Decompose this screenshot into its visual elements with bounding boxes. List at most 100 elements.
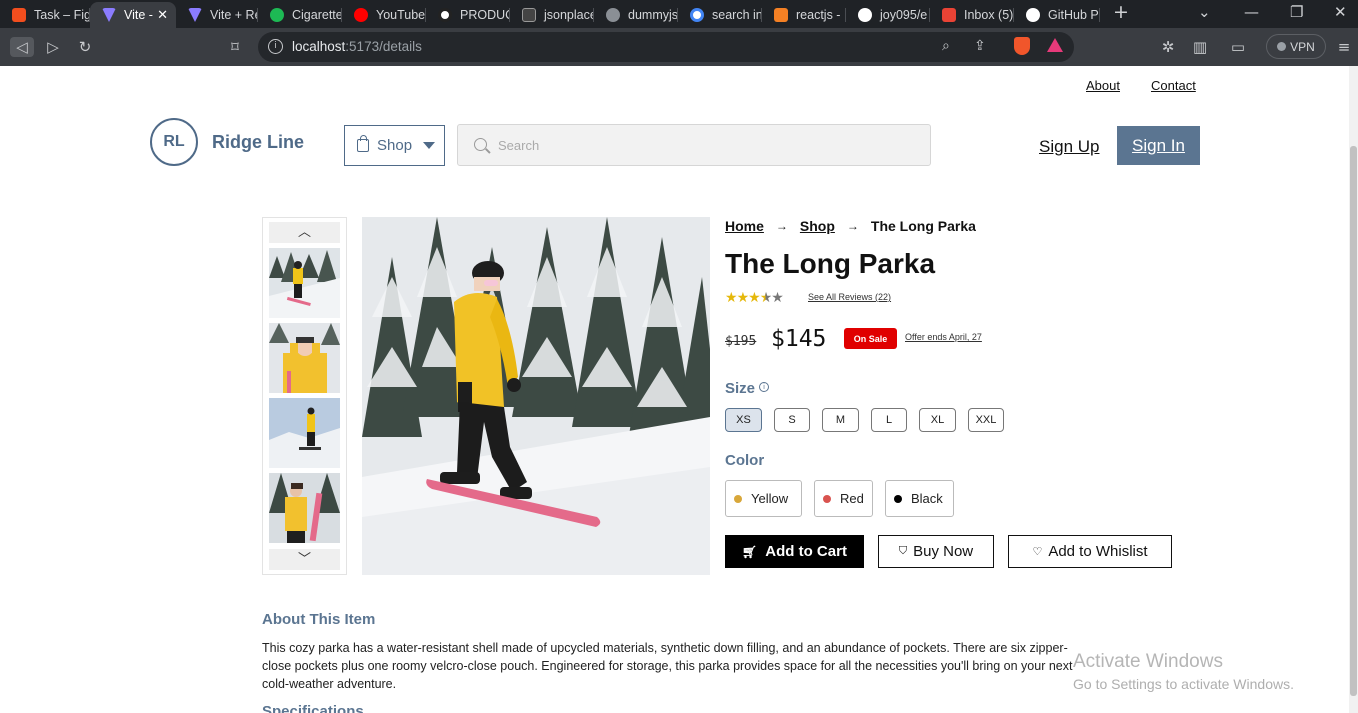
size-option-xxl[interactable]: XXL: [968, 408, 1004, 432]
tab-google-search[interactable]: search in: [678, 2, 762, 28]
tab-label: jsonplace: [544, 8, 594, 22]
thumbnail-gallery: ︿ ﹀: [262, 217, 347, 575]
see-reviews-link[interactable]: See All Reviews (22): [808, 292, 891, 302]
new-tab-icon[interactable]: +: [1113, 1, 1129, 23]
search-input[interactable]: [498, 135, 898, 155]
page-scrollbar[interactable]: [1349, 66, 1358, 713]
color-swatch: [734, 494, 742, 503]
back-icon[interactable]: ◁: [10, 37, 34, 57]
url-text: localhost:5173/details: [292, 39, 422, 54]
tab-gmail[interactable]: Inbox (5): [930, 2, 1014, 28]
gmail-icon: [942, 8, 956, 22]
color-swatch: [894, 494, 902, 503]
thumbnail-down-arrow-icon[interactable]: ﹀: [269, 549, 340, 570]
thumbnail-2[interactable]: [269, 323, 340, 393]
contact-link[interactable]: Contact: [1151, 78, 1196, 93]
tab-label: YouTube: [376, 8, 426, 22]
youtube-icon: [354, 8, 368, 22]
forward-icon[interactable]: ▷: [42, 37, 64, 57]
sign-in-button[interactable]: Sign In: [1117, 126, 1200, 165]
size-option-l[interactable]: L: [871, 408, 907, 432]
globe-icon: [606, 8, 620, 22]
cart-icon: 🛒︎: [742, 544, 758, 559]
buy-now-label: Buy Now: [913, 543, 974, 560]
color-option-yellow[interactable]: Yellow: [725, 480, 802, 517]
share-icon[interactable]: ⇪: [974, 38, 986, 54]
add-to-wishlist-button[interactable]: ♡ Add to Whislist: [1008, 535, 1172, 568]
size-option-xl[interactable]: XL: [919, 408, 956, 432]
spotify-icon: [270, 8, 284, 22]
thumbnail-1[interactable]: [269, 248, 340, 318]
tab-label: Vite + Re: [210, 8, 258, 22]
vpn-button[interactable]: VPN: [1266, 34, 1326, 59]
star-half-icon: ★: [759, 290, 773, 306]
color-option-red[interactable]: Red: [814, 480, 873, 517]
star-rating: ★★★★★: [725, 290, 784, 306]
color-label: Color: [725, 452, 765, 469]
tab-label: Vite -: [124, 8, 153, 22]
tab-search-chevron-icon[interactable]: ⌄: [1198, 3, 1211, 21]
menu-icon[interactable]: ≡: [1333, 37, 1355, 57]
breadcrumb-home[interactable]: Home: [725, 218, 764, 234]
size-option-xs[interactable]: XS: [725, 408, 762, 432]
vpn-status-icon: [1277, 42, 1287, 51]
tab-product[interactable]: PRODUC: [426, 2, 510, 28]
thumbnail-up-arrow-icon[interactable]: ︿: [269, 222, 340, 243]
tab-spotify[interactable]: Cigarette: [258, 2, 342, 28]
about-heading: About This Item: [262, 611, 376, 628]
vite-icon: [102, 8, 116, 22]
browser-toolbar: ◁ ▷ ↻ ⌑ i localhost:5173/details ⌕ ⇪ ✲ ▥…: [0, 28, 1358, 66]
logo-name[interactable]: Ridge Line: [212, 132, 304, 153]
search-box[interactable]: [457, 124, 931, 166]
tab-dummyjson[interactable]: dummyjs: [594, 2, 678, 28]
size-label: Size: [725, 380, 756, 397]
product-main-image[interactable]: [362, 217, 710, 575]
tab-vite-react[interactable]: Vite + Re: [176, 2, 258, 28]
restore-icon[interactable]: ❐: [1290, 3, 1303, 21]
close-window-icon[interactable]: ✕: [1334, 3, 1347, 21]
bookmark-icon[interactable]: ⌑: [224, 37, 246, 57]
wallet-icon[interactable]: ▭: [1227, 37, 1249, 57]
brave-shield-icon[interactable]: [1014, 37, 1030, 55]
extensions-icon[interactable]: ✲: [1157, 37, 1179, 57]
size-option-m[interactable]: M: [822, 408, 859, 432]
star-icon: ★: [725, 290, 738, 306]
reload-icon[interactable]: ↻: [74, 37, 96, 57]
shop-label: Shop: [377, 137, 413, 154]
logo-mark[interactable]: RL: [150, 118, 198, 166]
tab-github-repo[interactable]: joy095/e: [846, 2, 930, 28]
scrollbar-thumb[interactable]: [1350, 146, 1357, 696]
tab-jsonplaceholder[interactable]: jsonplace: [510, 2, 594, 28]
offer-ends-link[interactable]: Offer ends April, 27: [905, 332, 982, 342]
sidebar-icon[interactable]: ▥: [1189, 37, 1211, 57]
size-option-s[interactable]: S: [774, 408, 810, 432]
breadcrumb-current: The Long Parka: [870, 218, 976, 234]
site-info-icon[interactable]: i: [268, 39, 283, 54]
arrow-right-icon: →: [846, 219, 859, 233]
breadcrumb-shop[interactable]: Shop: [800, 218, 835, 234]
zoom-icon[interactable]: ⌕: [942, 38, 950, 54]
tab-youtube[interactable]: YouTube: [342, 2, 426, 28]
brave-rewards-icon[interactable]: [1047, 38, 1063, 52]
size-info-icon[interactable]: i: [759, 382, 769, 392]
tab-github[interactable]: GitHub P: [1014, 2, 1100, 28]
tab-label: PRODUC: [460, 8, 510, 22]
tab-label: Task – Fig: [34, 8, 90, 22]
tab-figma[interactable]: Task – Fig: [0, 2, 90, 28]
thumbnail-3[interactable]: [269, 398, 340, 468]
activate-windows-title: Activate Windows: [1073, 651, 1223, 672]
tab-label: Cigarette: [292, 8, 342, 22]
buy-now-button[interactable]: ⛉ Buy Now: [878, 535, 994, 568]
close-tab-icon[interactable]: ✕: [157, 7, 168, 23]
tab-stackoverflow[interactable]: reactjs -: [762, 2, 846, 28]
tab-vite-active[interactable]: Vite - ✕: [90, 2, 176, 28]
thumbnail-4[interactable]: [269, 473, 340, 543]
minimize-icon[interactable]: —: [1244, 3, 1259, 21]
about-link[interactable]: About: [1086, 78, 1120, 93]
sign-up-link[interactable]: Sign Up: [1039, 137, 1099, 157]
address-bar[interactable]: i localhost:5173/details ⌕ ⇪: [258, 32, 1074, 62]
color-option-black[interactable]: Black: [885, 480, 954, 517]
shop-dropdown-button[interactable]: Shop: [344, 125, 445, 166]
add-to-cart-button[interactable]: 🛒︎ Add to Cart: [725, 535, 864, 568]
activate-windows-hint: Go to Settings to activate Windows.: [1073, 676, 1294, 692]
